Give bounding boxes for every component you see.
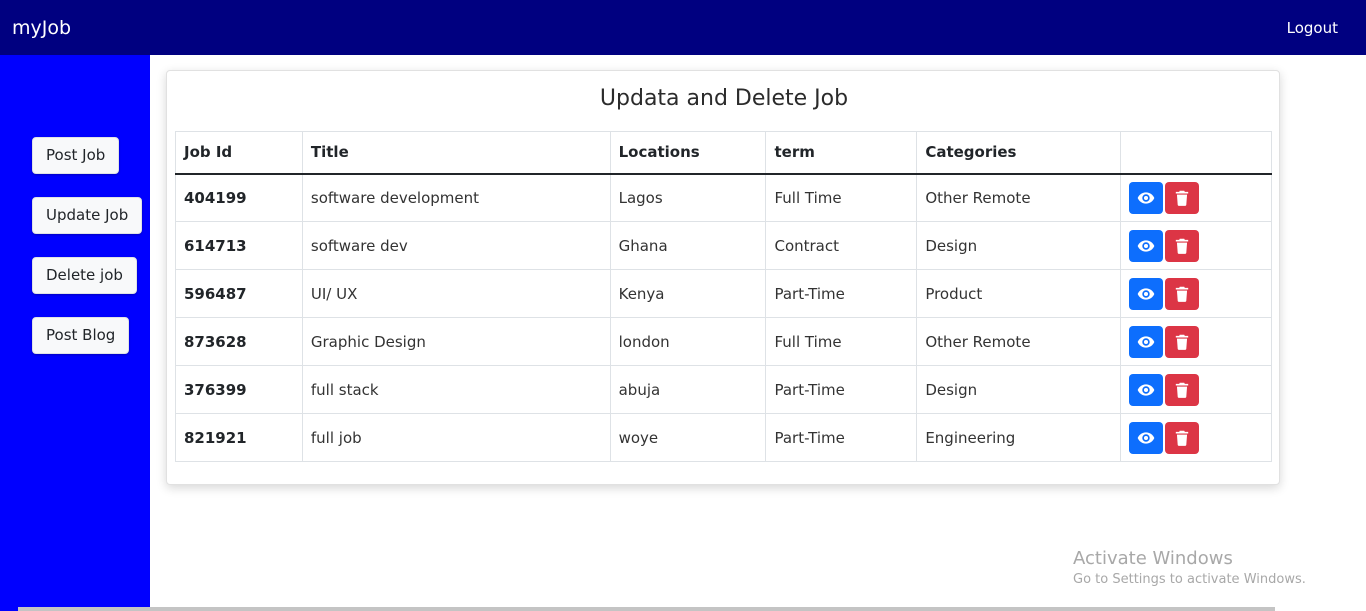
table-row: 873628 Graphic Design london Full Time O… — [175, 317, 1272, 366]
delete-job-button[interactable] — [1165, 181, 1200, 214]
job-location-cell: london — [609, 317, 767, 366]
table-row: 376399 full stack abuja Part-Time Design — [175, 365, 1272, 414]
eye-icon — [1137, 287, 1155, 300]
sidebar: Post Job Update Job Delete job Post Blog — [0, 55, 150, 611]
job-term-cell: Part-Time — [765, 413, 918, 462]
eye-icon — [1137, 383, 1155, 396]
job-category-cell: Product — [916, 269, 1122, 318]
job-title-cell: software dev — [301, 221, 611, 270]
view-job-button[interactable] — [1129, 277, 1164, 310]
job-actions-cell — [1120, 317, 1272, 366]
column-header-categories: Categories — [916, 131, 1122, 175]
job-location-cell: abuja — [609, 365, 767, 414]
eye-icon — [1137, 239, 1155, 252]
column-header-job-id: Job Id — [175, 131, 303, 175]
job-location-cell: Lagos — [609, 173, 767, 222]
eye-icon — [1137, 192, 1155, 204]
job-id-cell: 614713 — [175, 221, 303, 270]
job-actions-cell — [1120, 269, 1272, 318]
job-category-cell: Design — [916, 221, 1122, 270]
job-category-cell: Other Remote — [916, 173, 1122, 222]
watermark-title: Activate Windows — [1073, 548, 1233, 569]
job-actions-cell — [1120, 221, 1272, 270]
table-row: 404199 software development Lagos Full T… — [175, 173, 1272, 222]
job-title-cell: full stack — [301, 365, 611, 414]
view-job-button[interactable] — [1129, 325, 1164, 358]
trash-icon — [1175, 286, 1189, 302]
job-id-cell: 821921 — [175, 413, 303, 462]
post-job-button[interactable]: Post Job — [32, 137, 120, 174]
job-id-cell: 596487 — [175, 269, 303, 318]
trash-icon — [1175, 334, 1189, 350]
post-blog-button[interactable]: Post Blog — [32, 317, 130, 354]
eye-icon — [1137, 335, 1155, 348]
job-location-cell: woye — [609, 413, 767, 462]
jobs-card: Updata and Delete Job Job Id Title Locat… — [166, 70, 1280, 485]
column-header-title: Title — [301, 131, 611, 175]
job-id-cell: 404199 — [175, 173, 303, 222]
table-row: 596487 UI/ UX Kenya Part-Time Product — [175, 269, 1272, 318]
jobs-table: Job Id Title Locations term Categories 4… — [175, 131, 1272, 462]
job-location-cell: Ghana — [609, 221, 767, 270]
job-id-cell: 376399 — [175, 365, 303, 414]
job-title-cell: Graphic Design — [301, 317, 611, 366]
job-title-cell: full job — [301, 413, 611, 462]
top-navbar: myJob Logout — [0, 0, 1366, 55]
job-location-cell: Kenya — [609, 269, 767, 318]
delete-job-button[interactable] — [1165, 373, 1200, 406]
column-header-locations: Locations — [609, 131, 767, 175]
job-term-cell: Part-Time — [765, 269, 918, 318]
view-job-button[interactable] — [1129, 181, 1164, 214]
column-header-actions — [1120, 131, 1272, 175]
update-job-button[interactable]: Update Job — [32, 197, 143, 234]
horizontal-scrollbar[interactable] — [18, 607, 1275, 611]
job-term-cell: Full Time — [765, 317, 918, 366]
job-title-cell: software development — [301, 173, 611, 222]
job-term-cell: Contract — [765, 221, 918, 270]
brand-logo[interactable]: myJob — [12, 16, 71, 40]
watermark-subtitle: Go to Settings to activate Windows. — [1073, 572, 1306, 587]
table-row: 821921 full job woye Part-Time Engineeri… — [175, 413, 1272, 462]
job-actions-cell — [1120, 173, 1272, 222]
view-job-button[interactable] — [1129, 373, 1164, 406]
job-actions-cell — [1120, 365, 1272, 414]
trash-icon — [1175, 238, 1189, 254]
delete-job-button[interactable]: Delete job — [32, 257, 137, 294]
delete-job-button[interactable] — [1165, 325, 1200, 358]
delete-job-button[interactable] — [1165, 421, 1200, 454]
logout-link[interactable]: Logout — [1287, 18, 1338, 38]
job-id-cell: 873628 — [175, 317, 303, 366]
page-title: Updata and Delete Job — [599, 86, 849, 111]
delete-job-button[interactable] — [1165, 229, 1200, 262]
trash-icon — [1175, 190, 1189, 206]
column-header-term: term — [765, 131, 918, 175]
trash-icon — [1175, 430, 1189, 446]
job-category-cell: Engineering — [916, 413, 1122, 462]
delete-job-button[interactable] — [1165, 277, 1200, 310]
job-term-cell: Part-Time — [765, 365, 918, 414]
view-job-button[interactable] — [1129, 229, 1164, 262]
job-category-cell: Other Remote — [916, 317, 1122, 366]
job-category-cell: Design — [916, 365, 1122, 414]
job-term-cell: Full Time — [765, 173, 918, 222]
job-actions-cell — [1120, 413, 1272, 462]
table-row: 614713 software dev Ghana Contract Desig… — [175, 221, 1272, 270]
eye-icon — [1137, 431, 1155, 444]
table-header-row: Job Id Title Locations term Categories — [175, 131, 1272, 175]
windows-activation-watermark: Activate Windows Go to Settings to activ… — [1073, 548, 1306, 589]
job-title-cell: UI/ UX — [301, 269, 611, 318]
trash-icon — [1175, 382, 1189, 398]
view-job-button[interactable] — [1129, 421, 1164, 454]
